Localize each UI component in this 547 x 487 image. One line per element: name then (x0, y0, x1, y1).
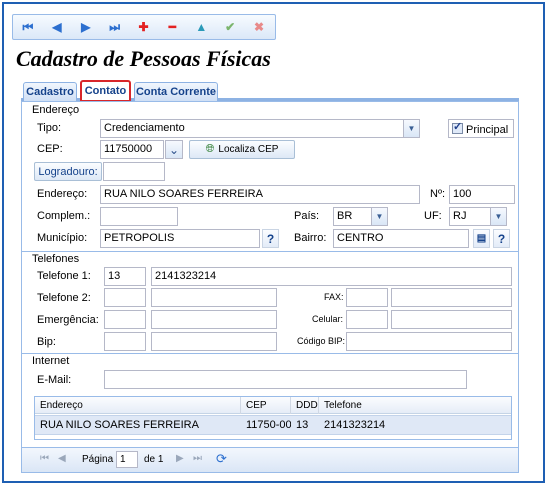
grid-cell: 13 (296, 419, 309, 431)
bairro-help-icon[interactable]: ? (493, 229, 510, 248)
grid-column-header[interactable]: Telefone (319, 397, 511, 414)
tipo-select[interactable]: Credenciamento ▼ (100, 119, 420, 138)
tipo-value: Credenciamento (104, 122, 185, 134)
logradouro-input[interactable] (103, 162, 165, 181)
cep-dropdown-chevron-icon[interactable]: ⌄ (165, 140, 183, 159)
previous-record-button[interactable]: ◀ (44, 16, 70, 38)
emergencia-ddd-input[interactable] (104, 310, 146, 329)
telefones-section-label: Telefones (32, 253, 80, 265)
page-count-label: de 1 (144, 454, 164, 465)
bairro-label: Bairro: (294, 232, 327, 244)
principal-label: Principal (466, 124, 509, 136)
internet-section-label: Internet (32, 355, 70, 367)
grid-cell: 2141323214 (324, 419, 386, 431)
principal-checkbox[interactable] (452, 121, 463, 134)
pais-label: País: (294, 210, 320, 222)
celular-ddd-input[interactable] (346, 310, 388, 329)
telefone1-label: Telefone 1: (37, 270, 91, 282)
celular-label: Celular: (312, 314, 344, 324)
uf-select[interactable]: RJ ▼ (449, 207, 507, 226)
principal-checkbox-group[interactable]: Principal (448, 119, 514, 138)
pais-select[interactable]: BR ▼ (333, 207, 388, 226)
uf-label: UF: (424, 210, 442, 222)
codigo-bip-label: Código BIP: (297, 336, 346, 346)
grid-column-header[interactable]: DDD (291, 397, 319, 414)
globe-icon: 🌐︎ (205, 143, 215, 155)
telefone2-label: Telefone 2: (37, 292, 91, 304)
cep-input[interactable]: 11750000 (100, 140, 164, 159)
delete-button[interactable]: ━ (159, 16, 185, 38)
logradouro-button[interactable]: Logradouro: (34, 162, 102, 181)
email-label: E-Mail: (37, 374, 72, 386)
bip-label: Bip: (37, 336, 56, 348)
page-label: Página (82, 454, 114, 465)
email-input[interactable] (104, 370, 467, 389)
codigo-bip-input[interactable] (346, 332, 512, 351)
telefone2-number-input[interactable] (151, 288, 277, 307)
chevron-down-icon[interactable]: ▼ (371, 208, 387, 225)
fax-ddd-input[interactable] (346, 288, 388, 307)
grid-cell: RUA NILO SOARES FERREIRA (40, 419, 199, 431)
celular-number-input[interactable] (391, 310, 512, 329)
separator (22, 251, 518, 252)
bip-ddd-input[interactable] (104, 332, 146, 351)
chevron-down-icon[interactable]: ▼ (403, 120, 419, 137)
tab-conta-corrente[interactable]: Conta Corrente (134, 82, 218, 101)
refresh-icon[interactable]: ⟳ (216, 451, 227, 467)
telefone1-ddd-input[interactable]: 13 (104, 267, 146, 286)
municipio-input[interactable]: PETROPOLIS (100, 229, 260, 248)
cancel-button[interactable]: ✖ (246, 16, 272, 38)
window-frame: ⏮ ◀ ▶ ⏭ ✚ ━ ▲ ✔ ✖ Cadastro de Pessoas Fí… (2, 2, 545, 483)
telefone1-number-input[interactable]: 2141323214 (151, 267, 512, 286)
last-record-button[interactable]: ⏭ (102, 16, 128, 38)
endereco-label: Endereço: (37, 188, 88, 200)
fax-number-input[interactable] (391, 288, 512, 307)
grid-column-header[interactable]: CEP (241, 397, 291, 414)
paging-toolbar: ⏮ ◀ Página 1 de 1 ▶ ⏭ ⟳ (22, 447, 518, 472)
tab-contato[interactable]: Contato (80, 80, 131, 102)
numero-input[interactable]: 100 (449, 185, 515, 204)
table-row[interactable]: RUA NILO SOARES FERREIRA 11750-000 13 21… (35, 415, 511, 435)
emergencia-label: Emergência: (37, 314, 99, 326)
municipio-label: Município: (37, 232, 88, 244)
endereco-input[interactable]: RUA NILO SOARES FERREIRA (100, 185, 420, 204)
pais-value: BR (337, 210, 353, 222)
tipo-label: Tipo: (37, 122, 62, 134)
tab-cadastro[interactable]: Cadastro (23, 82, 77, 101)
first-record-button[interactable]: ⏮ (15, 16, 41, 38)
bairro-input[interactable]: CENTRO (333, 229, 469, 248)
add-button[interactable]: ✚ (131, 16, 157, 38)
complemento-input[interactable] (100, 207, 178, 226)
chevron-down-icon[interactable]: ▼ (490, 208, 506, 225)
next-page-icon[interactable]: ▶ (176, 453, 184, 464)
address-grid: Endereço CEP DDD Telefone RUA NILO SOARE… (34, 396, 512, 440)
first-page-icon[interactable]: ⏮ (40, 453, 49, 464)
localiza-cep-button[interactable]: 🌐︎ Localiza CEP (189, 140, 295, 159)
tab-bar: Cadastro Contato Conta Corrente (21, 80, 519, 102)
grid-column-header[interactable]: Endereço (35, 397, 241, 414)
cep-label: CEP: (37, 143, 63, 155)
telefone2-ddd-input[interactable] (104, 288, 146, 307)
municipio-help-icon[interactable]: ? (262, 229, 279, 248)
uf-value: RJ (453, 210, 467, 222)
bip-number-input[interactable] (151, 332, 277, 351)
edit-button[interactable]: ▲ (188, 16, 214, 38)
last-page-icon[interactable]: ⏭ (193, 453, 202, 464)
record-toolbar: ⏮ ◀ ▶ ⏭ ✚ ━ ▲ ✔ ✖ (12, 14, 276, 40)
emergencia-number-input[interactable] (151, 310, 277, 329)
contato-panel: Endereço Tipo: Credenciamento ▼ Principa… (21, 101, 519, 473)
confirm-button[interactable]: ✔ (217, 16, 243, 38)
complemento-label: Complem.: (37, 210, 91, 222)
endereco-section-label: Endereço (32, 104, 80, 116)
numero-label: Nº: (430, 188, 446, 200)
page-title: Cadastro de Pessoas Físicas (16, 46, 271, 71)
grid-header: Endereço CEP DDD Telefone (35, 397, 511, 414)
grid-cell: 11750-000 (246, 419, 291, 431)
previous-page-icon[interactable]: ◀ (58, 453, 66, 464)
fax-label: FAX: (324, 292, 344, 302)
next-record-button[interactable]: ▶ (73, 16, 99, 38)
document-icon[interactable]: ▤ (473, 229, 490, 248)
page-number-input[interactable]: 1 (116, 451, 138, 468)
separator (22, 353, 518, 354)
